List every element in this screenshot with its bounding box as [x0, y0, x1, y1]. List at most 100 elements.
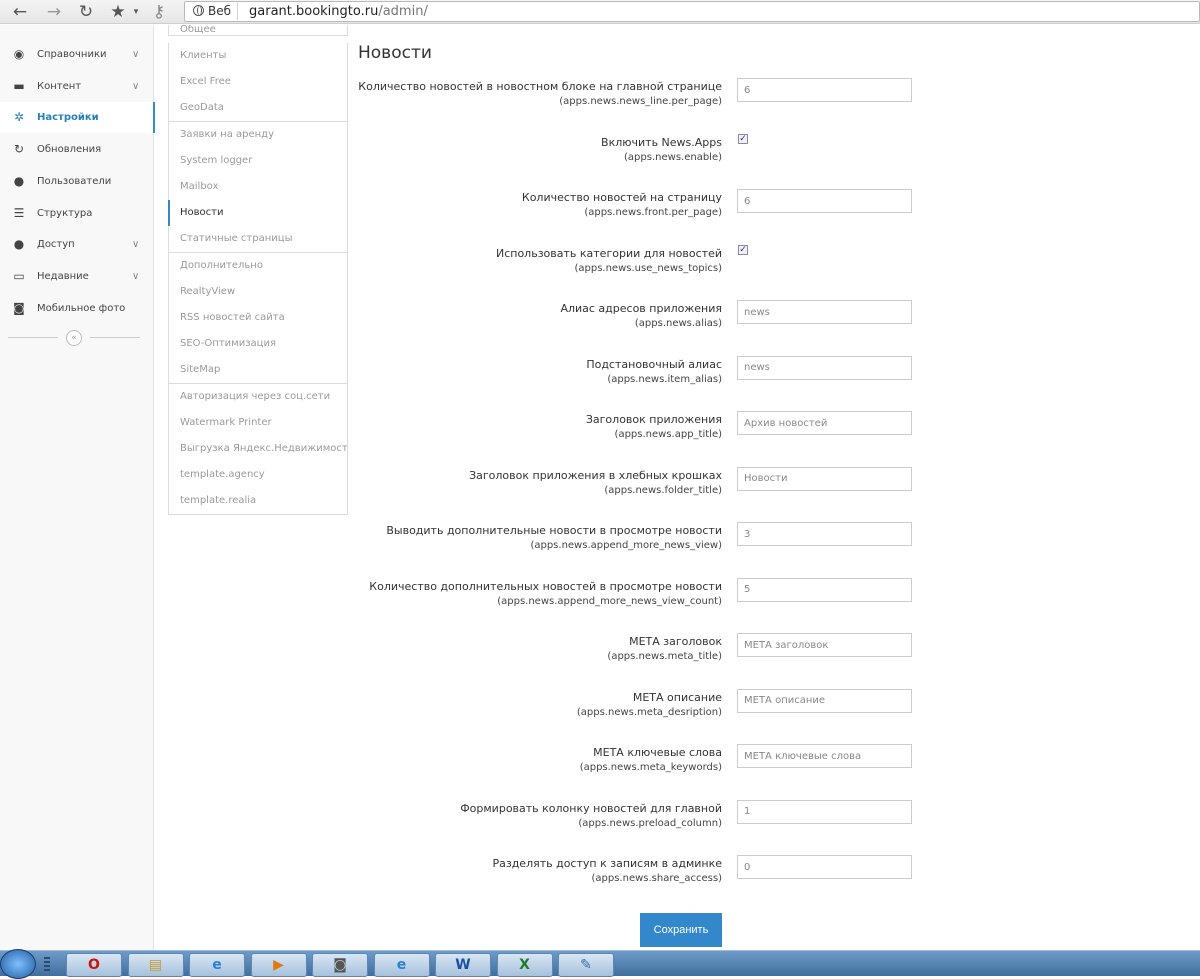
submenu-item[interactable]: Выгрузка Яндекс.Недвижимость [168, 436, 348, 463]
camera-task[interactable]: ◙ [312, 953, 368, 977]
chevron-down-icon[interactable]: ∨ [132, 71, 139, 102]
start-button[interactable] [0, 949, 36, 979]
star-dropdown-icon[interactable]: ▾ [131, 2, 141, 22]
setting-row: МЕТА заголовок (apps.news.meta_title) [350, 633, 1200, 673]
setting-label: Подстановочный алиас [586, 357, 722, 371]
submenu-item[interactable]: Авторизация через соц.сети [168, 383, 348, 411]
submenu-item[interactable]: RealtyView [168, 278, 348, 306]
setting-input[interactable] [737, 577, 912, 602]
bookmark-star-icon[interactable]: ★ [107, 2, 129, 22]
submenu-item[interactable]: SiteMap [168, 357, 348, 385]
setting-input[interactable] [737, 633, 912, 657]
setting-row: Подстановочный алиас (apps.news.item_alia… [350, 355, 1200, 396]
monitor-icon: ▬ [13, 78, 25, 93]
setting-label: Заголовок приложения в хлебных крошках [469, 468, 722, 482]
setting-label: Использовать категории для новостей [495, 246, 722, 260]
ie2-task[interactable]: e [373, 953, 430, 977]
sidebar-item-label: Структура [37, 207, 93, 219]
opera-task[interactable]: O [66, 953, 122, 977]
site-info-chip[interactable]: Веб [189, 3, 239, 20]
setting-input[interactable] [737, 855, 912, 879]
sidebar-item[interactable]: ● Пользователи [0, 166, 154, 197]
submenu-item[interactable]: template.realia [168, 488, 348, 516]
word-task[interactable]: W [435, 953, 491, 977]
divider [8, 337, 58, 338]
chevron-down-icon[interactable]: ∨ [132, 261, 139, 292]
sidebar-item[interactable]: ▬ Контент ∨ [0, 71, 154, 102]
save-button[interactable]: Сохранить [640, 913, 722, 947]
setting-label: Количество дополнительных новостей в про… [369, 579, 722, 593]
setting-input[interactable] [737, 411, 912, 435]
submenu-item[interactable]: Клиенты [168, 43, 348, 70]
page-title: Новости [358, 43, 432, 63]
forward-icon[interactable]: → [44, 2, 64, 22]
setting-row: Количество новостей в новостном блоке на… [350, 78, 1200, 118]
sidebar-item[interactable]: ● Доступ ∨ [0, 229, 154, 260]
submenu-item[interactable]: RSS новостей сайта [168, 305, 348, 332]
sidebar-item-label: Доступ [37, 239, 75, 251]
collapse-sidebar-icon[interactable]: « [66, 330, 82, 346]
sidebar-item[interactable]: ▭ Недавние ∨ [0, 261, 154, 292]
excel-task[interactable]: X [496, 953, 553, 977]
setting-checkbox[interactable]: ✓ [738, 244, 748, 255]
setting-label: Разделять доступ к записям в админке [492, 857, 722, 870]
sidebar-item[interactable]: ✲ Настройки [0, 102, 155, 134]
submenu-item[interactable]: Excel Free [168, 69, 348, 97]
notepad-task[interactable]: ✎ [558, 953, 614, 977]
setting-input[interactable] [737, 522, 912, 546]
setting-checkbox[interactable]: ✓ [738, 133, 748, 144]
submenu-item[interactable]: template.agency [168, 462, 348, 490]
setting-input[interactable] [737, 744, 912, 768]
refresh-icon: ↻ [13, 142, 25, 157]
setting-row: Включить News.Apps (apps.news.enable) ✓ [350, 133, 1200, 174]
sidebar-collapse: « [8, 330, 140, 346]
sidebar-item-label: Настройки [37, 112, 99, 124]
submenu-item[interactable]: Mailbox [168, 174, 348, 201]
setting-input[interactable] [737, 466, 912, 491]
sidebar-item[interactable]: ☰ Структура [0, 198, 154, 229]
submenu-item[interactable]: SEO-Оптимизация [168, 331, 348, 359]
sidebar-item-label: Мобильное фото [37, 302, 126, 314]
sidebar-item[interactable]: ↻ Обновления [0, 134, 154, 165]
setting-input[interactable] [737, 189, 912, 213]
back-icon[interactable]: ← [10, 2, 30, 22]
sidebar-item-label: Пользователи [37, 175, 112, 187]
setting-row: Заголовок приложения (apps.news.app_title… [350, 411, 1200, 451]
setting-label: Количество новостей на страницу [521, 191, 722, 204]
ie-task[interactable]: e [189, 953, 245, 977]
setting-row: Алиас адресов приложения (apps.news.alias… [350, 300, 1200, 340]
users-icon: ● [13, 237, 25, 252]
chevron-down-icon[interactable]: ∨ [132, 39, 139, 70]
setting-key: (apps.news.append_more_news_view) [530, 540, 722, 551]
explorer-task[interactable]: ▤ [127, 953, 184, 977]
setting-key: (apps.news.meta_title) [607, 651, 722, 662]
setting-input[interactable] [737, 78, 912, 102]
setting-label: МЕТА описание [632, 690, 722, 704]
key-icon[interactable]: ⚷ [148, 2, 170, 22]
gear-icon: ✲ [13, 110, 25, 125]
submenu-item[interactable]: GeoData [168, 95, 348, 123]
media-player-task[interactable]: ▶ [250, 953, 307, 977]
submenu-item[interactable]: Дополнительно [168, 252, 348, 280]
reload-icon[interactable]: ↻ [76, 2, 96, 22]
submenu-item[interactable]: Общее [168, 25, 348, 36]
main-content: Новости Сохранить Количество новостей в … [350, 25, 1200, 950]
submenu-item[interactable]: Заявки на аренду [168, 121, 348, 149]
setting-input[interactable] [737, 355, 912, 380]
setting-input[interactable] [737, 300, 912, 324]
browser-toolbar: ← → ↻ ★ ▾ ⚷ Веб garant.bookingto.ru/admi… [0, 0, 1200, 24]
sidebar-item[interactable]: ◉ Справочники ∨ [0, 39, 154, 70]
chevron-down-icon[interactable]: ∨ [132, 229, 139, 260]
setting-label: Количество новостей в новостном блоке на… [358, 80, 722, 93]
submenu-item[interactable]: Watermark Printer [168, 409, 348, 437]
setting-row: Количество дополнительных новостей в про… [350, 577, 1200, 618]
submenu-item[interactable]: Новости [168, 200, 348, 228]
submenu-item[interactable]: Статичные страницы [168, 226, 348, 254]
setting-input[interactable] [737, 688, 912, 713]
url-host: garant.bookingto.ru [249, 4, 379, 19]
submenu-item[interactable]: System logger [168, 147, 348, 175]
address-bar[interactable]: Веб garant.bookingto.ru/admin/ [184, 1, 1200, 22]
camera-icon: ◙ [13, 300, 25, 315]
setting-input[interactable] [737, 799, 912, 824]
sidebar-item[interactable]: ◙ Мобильное фото [0, 293, 154, 324]
